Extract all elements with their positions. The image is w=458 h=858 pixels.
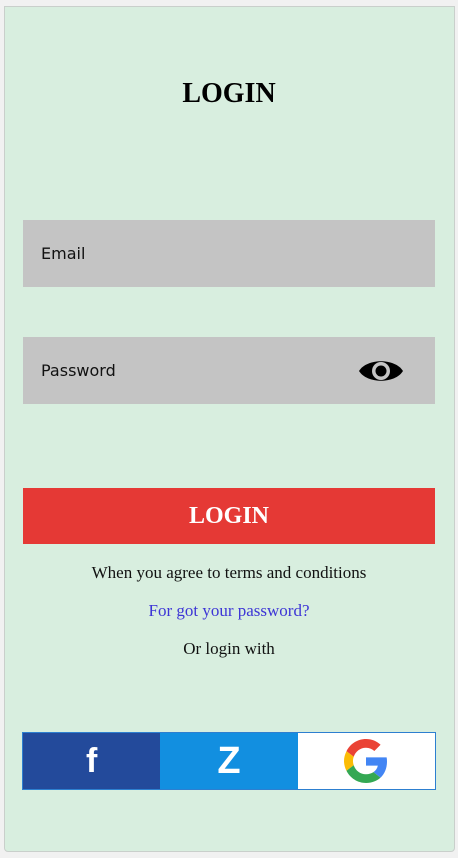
page-title: LOGIN — [182, 78, 276, 109]
page: LOGIN Email Password LOGIN When you agre… — [0, 0, 458, 858]
password-field[interactable]: Password — [23, 337, 435, 404]
email-field[interactable]: Email — [23, 220, 435, 287]
facebook-icon: f — [86, 742, 98, 780]
google-login-button[interactable] — [297, 733, 435, 789]
login-card — [4, 6, 455, 852]
login-button[interactable]: LOGIN — [23, 488, 435, 544]
google-icon — [344, 739, 388, 783]
social-login-bar: f Z — [22, 732, 436, 790]
forgot-password-link[interactable]: For got your password? — [0, 601, 458, 621]
facebook-login-button[interactable]: f — [23, 733, 161, 789]
or-login-with-text: Or login with — [183, 639, 275, 658]
terms-text: When you agree to terms and conditions — [91, 563, 367, 582]
zalo-icon: Z — [217, 740, 241, 782]
password-field-label: Password — [41, 361, 116, 380]
email-field-label: Email — [41, 244, 86, 263]
eye-icon[interactable] — [357, 355, 405, 387]
zalo-login-button[interactable]: Z — [160, 733, 298, 789]
